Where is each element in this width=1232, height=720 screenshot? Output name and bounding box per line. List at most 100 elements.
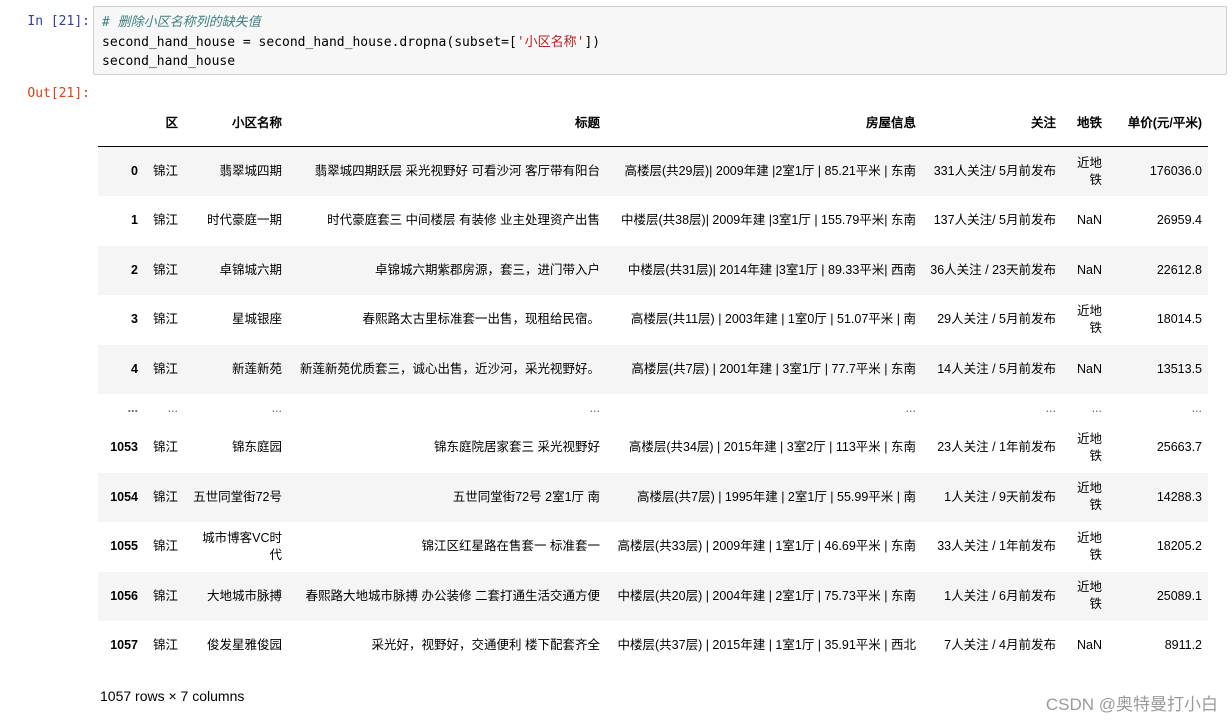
table-cell: 18014.5 <box>1156 312 1202 327</box>
column-header: 小区名称 <box>231 115 282 130</box>
row-index: 1054 <box>110 489 138 504</box>
table-cell: 22612.8 <box>1156 262 1202 277</box>
table-row: 2 锦江 卓锦城六期 卓锦城六期紫郡房源，套三，进门带入户 中楼层(共31层)| 201… <box>98 245 1208 295</box>
dataframe-table: 区 小区名称 标题 房屋信息 关注 地铁 单价(元/平米) 0 锦江 翡翠城四期 翡翠城四期跃层 … <box>98 100 1208 671</box>
row-index: 1056 <box>110 588 138 603</box>
column-header: 关注 <box>1030 115 1056 130</box>
code-line-2-post: ]) <box>584 34 601 50</box>
table-cell: 176036.0 <box>1149 164 1202 178</box>
table-cell: 五世同堂街72号 <box>193 489 282 504</box>
table-cell: 春熙路大地城市脉搏 办公装修 二套打通生活交通方便 <box>305 588 600 603</box>
table-cell: 新莲新苑优质套三，诚心出售，近沙河，采光视野好。 <box>299 361 600 376</box>
table-cell: ... <box>167 401 178 415</box>
table-cell: 时代豪庭一期 <box>206 213 282 228</box>
table-cell: 锦江 <box>152 588 178 603</box>
table-cell: 春熙路太古里标准套一出售，现租给民宿。 <box>362 312 600 327</box>
table-row: 3 锦江 星城银座 春熙路太古里标准套一出售，现租给民宿。 高楼层(共11层) | 20… <box>98 295 1208 345</box>
code-string: '小区名称' <box>516 34 585 50</box>
table-cell: 中楼层(共38层)| 2009年建 |3室1厅 | 155.79平米| 东南 <box>620 213 916 228</box>
shape-note: 1057 rows × 7 columns <box>100 688 245 704</box>
table-cell: 翡翠城四期跃层 采光视野好 可看沙河 客厅带有阳台 <box>314 164 600 178</box>
index-header <box>98 100 144 147</box>
table-cell: 8911.2 <box>1164 638 1202 653</box>
table-cell: 137人关注/ 5月前发布 <box>933 213 1056 228</box>
column-header: 标题 <box>574 115 600 130</box>
table-cell: 36人关注 / 23天前发布 <box>930 262 1056 277</box>
table-cell: 高楼层(共34层) | 2015年建 | 3室2厅 | 113平米 | 东南 <box>628 440 916 455</box>
table-row: 1054 锦江 五世同堂街72号 五世同堂街72号 2室1厅 南 高楼层(共7层) | … <box>98 472 1208 522</box>
table-cell: 翡翠城四期 <box>219 164 282 178</box>
table-cell: 高楼层(共29层)| 2009年建 |2室1厅 | 85.21平米 | 东南 <box>624 164 916 178</box>
table-cell: 采光好，视野好，交通便利 楼下配套齐全 <box>371 638 600 653</box>
table-cell: 卓锦城六期 <box>219 262 282 277</box>
table-cell: 大地城市脉搏 <box>206 588 282 603</box>
row-index: 1057 <box>110 638 138 653</box>
table-cell: 近地铁 <box>1076 155 1102 187</box>
table-body: 0 锦江 翡翠城四期 翡翠城四期跃层 采光视野好 可看沙河 客厅带有阳台 高楼层(共29… <box>98 146 1208 671</box>
row-index: 4 <box>131 361 138 376</box>
table-cell: 城市博客VC时代 <box>202 530 282 562</box>
table-cell: ... <box>589 401 600 415</box>
row-index: ... <box>127 401 138 415</box>
output-prompt: Out[21]: <box>27 86 90 101</box>
table-cell: 33人关注 / 1年前发布 <box>937 539 1056 554</box>
table-cell: 高楼层(共11层) | 2003年建 | 1室0厅 | 51.07平米 | 南 <box>630 312 916 327</box>
table-cell: 近地铁 <box>1076 481 1102 513</box>
table-cell: 26959.4 <box>1156 213 1202 228</box>
table-cell: 中楼层(共31层)| 2014年建 |3室1厅 | 89.33平米| 西南 <box>627 262 916 277</box>
table-row: 1 锦江 时代豪庭一期 时代豪庭套三 中间楼层 有装修 业主处理资产出售 中楼层(共38… <box>98 196 1208 246</box>
table-cell: 14人关注 / 5月前发布 <box>937 361 1056 376</box>
table-cell: 锦江 <box>152 539 178 554</box>
table-row: 1053 锦江 锦东庭园 锦东庭院居家套三 采光视野好 高楼层(共34层) | 2015… <box>98 423 1208 473</box>
table-cell: ... <box>1191 401 1202 415</box>
table-header: 区 小区名称 标题 房屋信息 关注 地铁 单价(元/平米) <box>98 100 1208 147</box>
table-cell: 锦江 <box>152 164 178 178</box>
table-cell: 高楼层(共33层) | 2009年建 | 1室1厅 | 46.69平米 | 东南 <box>617 539 917 554</box>
watermark: CSDN @奥特曼打小白 <box>1045 695 1218 714</box>
row-index: 0 <box>131 164 138 178</box>
table-cell: ... <box>1091 401 1102 415</box>
output-area: 区 小区名称 标题 房屋信息 关注 地铁 单价(元/平米) 0 锦江 翡翠城四期 翡翠城四期跃层 … <box>98 100 1210 671</box>
table-cell: 锦东庭院居家套三 采光视野好 <box>434 440 600 455</box>
table-cell: NaN <box>1076 262 1102 277</box>
code-line-2-pre: second_hand_house = second_hand_house.dr… <box>102 34 517 50</box>
table-cell: ... <box>1045 401 1056 415</box>
column-header: 房屋信息 <box>865 115 916 130</box>
table-cell: 25663.7 <box>1156 440 1202 455</box>
table-cell: 331人关注/ 5月前发布 <box>933 164 1056 178</box>
table-cell: ... <box>905 401 916 415</box>
table-row: 4 锦江 新莲新苑 新莲新苑优质套三，诚心出售，近沙河，采光视野好。 高楼层(共7层) … <box>98 344 1208 394</box>
table-row: 1057 锦江 俊发星雅俊园 采光好，视野好，交通便利 楼下配套齐全 中楼层(共37层)… <box>98 621 1208 671</box>
table-cell: 卓锦城六期紫郡房源，套三，进门带入户 <box>374 262 600 277</box>
table-cell: 锦江 <box>152 312 178 327</box>
row-index: 1 <box>131 213 138 228</box>
table-cell: 时代豪庭套三 中间楼层 有装修 业主处理资产出售 <box>327 213 600 228</box>
table-row: 1056 锦江 大地城市脉搏 春熙路大地城市脉搏 办公装修 二套打通生活交通方便 中楼层… <box>98 571 1208 621</box>
table-cell: 锦东庭园 <box>231 440 282 455</box>
table-cell: 近地铁 <box>1076 431 1102 463</box>
table-cell: 中楼层(共20层) | 2004年建 | 2室1厅 | 75.73平米 | 东南 <box>617 588 917 603</box>
column-header: 地铁 <box>1076 115 1102 130</box>
table-cell: NaN <box>1076 361 1102 376</box>
table-cell: 高楼层(共7层) | 1995年建 | 2室1厅 | 55.99平米 | 南 <box>636 489 916 504</box>
table-cell: 近地铁 <box>1076 580 1102 612</box>
table-cell: 1人关注 / 6月前发布 <box>944 588 1056 603</box>
row-index: 1055 <box>110 539 138 554</box>
table-cell: 1人关注 / 9天前发布 <box>944 489 1056 504</box>
ellipsis-row: ........................ <box>98 394 1208 423</box>
row-index: 1053 <box>110 440 138 455</box>
table-cell: NaN <box>1076 213 1102 228</box>
table-cell: 俊发星雅俊园 <box>206 638 282 653</box>
code-comment: # 删除小区名称列的缺失值 <box>102 15 261 30</box>
table-cell: 锦江 <box>152 262 178 277</box>
table-cell: 星城银座 <box>231 312 282 327</box>
table-row: 1055 锦江 城市博客VC时代 锦江区红星路在售套一 标准套一 高楼层(共33层) |… <box>98 522 1208 572</box>
code-line-3: second_hand_house <box>102 54 236 69</box>
table-cell: 锦江 <box>152 361 178 376</box>
table-cell: 近地铁 <box>1076 303 1102 335</box>
table-cell: 29人关注 / 5月前发布 <box>937 312 1056 327</box>
table-cell: 14288.3 <box>1156 489 1202 504</box>
table-cell: 中楼层(共37层) | 2015年建 | 1室1厅 | 35.91平米 | 西北 <box>617 638 917 653</box>
table-cell: 13513.5 <box>1156 361 1202 376</box>
code-cell[interactable]: # 删除小区名称列的缺失值 second_hand_house = second… <box>93 6 1227 75</box>
